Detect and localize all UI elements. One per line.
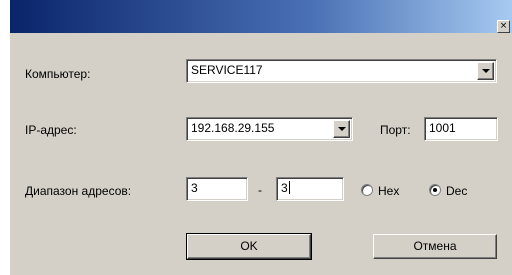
radio-dec[interactable] (429, 184, 441, 196)
computer-label: Компьютер: (25, 67, 91, 81)
radio-hex[interactable] (361, 184, 373, 196)
ip-value: 192.168.29.155 (191, 121, 275, 135)
cancel-button[interactable]: Отмена (373, 234, 497, 259)
range-to-input[interactable]: 3 (276, 177, 344, 201)
ip-label: IP-адрес: (25, 123, 77, 137)
chevron-down-icon[interactable] (333, 120, 350, 138)
range-separator: - (258, 183, 262, 197)
dialog-body: Компьютер: SERVICE117 IP-адрес: 192.168.… (10, 33, 512, 275)
radio-dec-label[interactable]: Dec (446, 184, 467, 198)
close-icon[interactable]: × (497, 20, 510, 33)
title-bar: × (10, 0, 512, 33)
ok-button[interactable]: OK (186, 233, 312, 260)
range-label: Диапазон адресов: (25, 184, 132, 198)
text-cursor (288, 181, 290, 194)
port-label: Порт: (380, 123, 411, 137)
port-value: 1001 (429, 121, 456, 135)
ip-combobox[interactable]: 192.168.29.155 (186, 117, 353, 141)
chevron-down-icon[interactable] (477, 62, 494, 80)
port-input[interactable]: 1001 (424, 117, 498, 141)
range-from-input[interactable]: 3 (186, 177, 248, 201)
range-from-value: 3 (191, 181, 198, 195)
computer-value: SERVICE117 (191, 63, 263, 77)
computer-combobox[interactable]: SERVICE117 (186, 59, 497, 83)
radio-hex-label[interactable]: Hex (378, 184, 399, 198)
range-to-value: 3 (281, 181, 288, 195)
